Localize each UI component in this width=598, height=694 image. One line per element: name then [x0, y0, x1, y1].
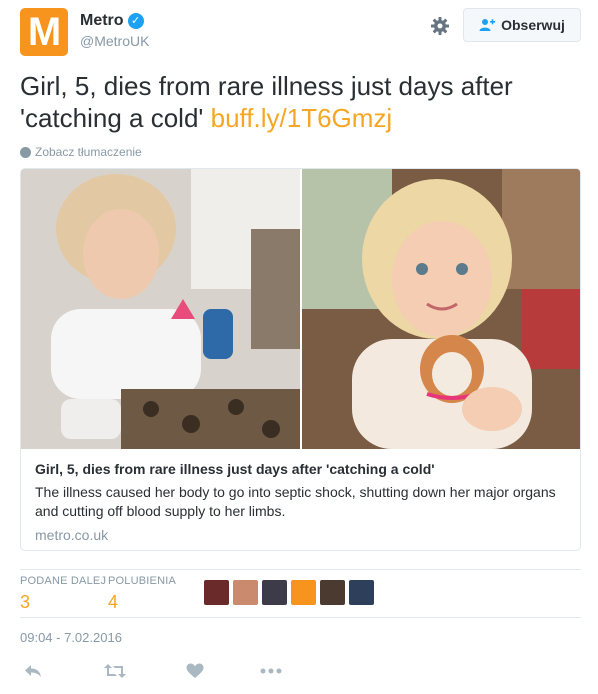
tweet-actions [20, 658, 320, 684]
likes-count: 4 [108, 592, 119, 612]
user-handle[interactable]: @MetroUK [80, 33, 149, 49]
card-domain: metro.co.uk [35, 527, 109, 543]
more-icon[interactable] [258, 658, 284, 684]
follow-button[interactable]: Obserwuj [463, 8, 581, 42]
user-fullname[interactable]: Metro ✓ [80, 12, 149, 30]
gear-icon[interactable] [428, 14, 452, 38]
verified-icon: ✓ [127, 13, 144, 29]
card-title: Girl, 5, dies from rare illness just day… [35, 461, 435, 477]
tweet-stats: PODANE DALEJ 3 POLUBIENIA 4 [20, 575, 581, 615]
likes-stat[interactable]: POLUBIENIA 4 [108, 575, 176, 613]
liker-avatar[interactable] [204, 580, 229, 605]
link-card[interactable]: Girl, 5, dies from rare illness just day… [20, 168, 581, 551]
translate-link[interactable]: Zobacz tłumaczenie [20, 145, 142, 159]
liker-avatar[interactable] [320, 580, 345, 605]
card-images[interactable] [21, 169, 580, 449]
liker-avatars [204, 580, 374, 605]
tweet-link[interactable]: buff.ly/1T6Gmzj [211, 103, 393, 133]
add-user-icon [479, 18, 496, 32]
card-image-portrait [302, 169, 580, 449]
retweets-count: 3 [20, 592, 31, 612]
user-name: Metro [80, 12, 124, 29]
tweet-header: M Metro ✓ @MetroUK Obserwuj [20, 8, 581, 56]
liker-avatar[interactable] [349, 580, 374, 605]
heart-icon[interactable] [182, 658, 208, 684]
retweets-stat[interactable]: PODANE DALEJ 3 [20, 575, 106, 613]
liker-avatar[interactable] [233, 580, 258, 605]
user-info: Metro ✓ @MetroUK [80, 12, 149, 49]
likes-label: POLUBIENIA [108, 575, 177, 587]
avatar[interactable]: M [20, 8, 68, 56]
divider [20, 569, 581, 570]
retweet-icon[interactable] [102, 658, 128, 684]
retweets-label: PODANE DALEJ [20, 575, 107, 587]
tweet-text: Girl, 5, dies from rare illness just day… [20, 70, 580, 134]
divider [20, 617, 581, 618]
card-image-hospital [21, 169, 300, 449]
card-description: The illness caused her body to go into s… [35, 484, 556, 519]
globe-icon [20, 146, 31, 158]
follow-label: Obserwuj [501, 17, 565, 33]
reply-icon[interactable] [20, 658, 46, 684]
liker-avatar[interactable] [262, 580, 287, 605]
liker-avatar[interactable] [291, 580, 316, 605]
translate-label: Zobacz tłumaczenie [35, 145, 142, 159]
avatar-letter: M [27, 10, 61, 54]
card-body[interactable]: Girl, 5, dies from rare illness just day… [35, 459, 570, 543]
tweet-timestamp[interactable]: 09:04 - 7.02.2016 [20, 630, 122, 645]
